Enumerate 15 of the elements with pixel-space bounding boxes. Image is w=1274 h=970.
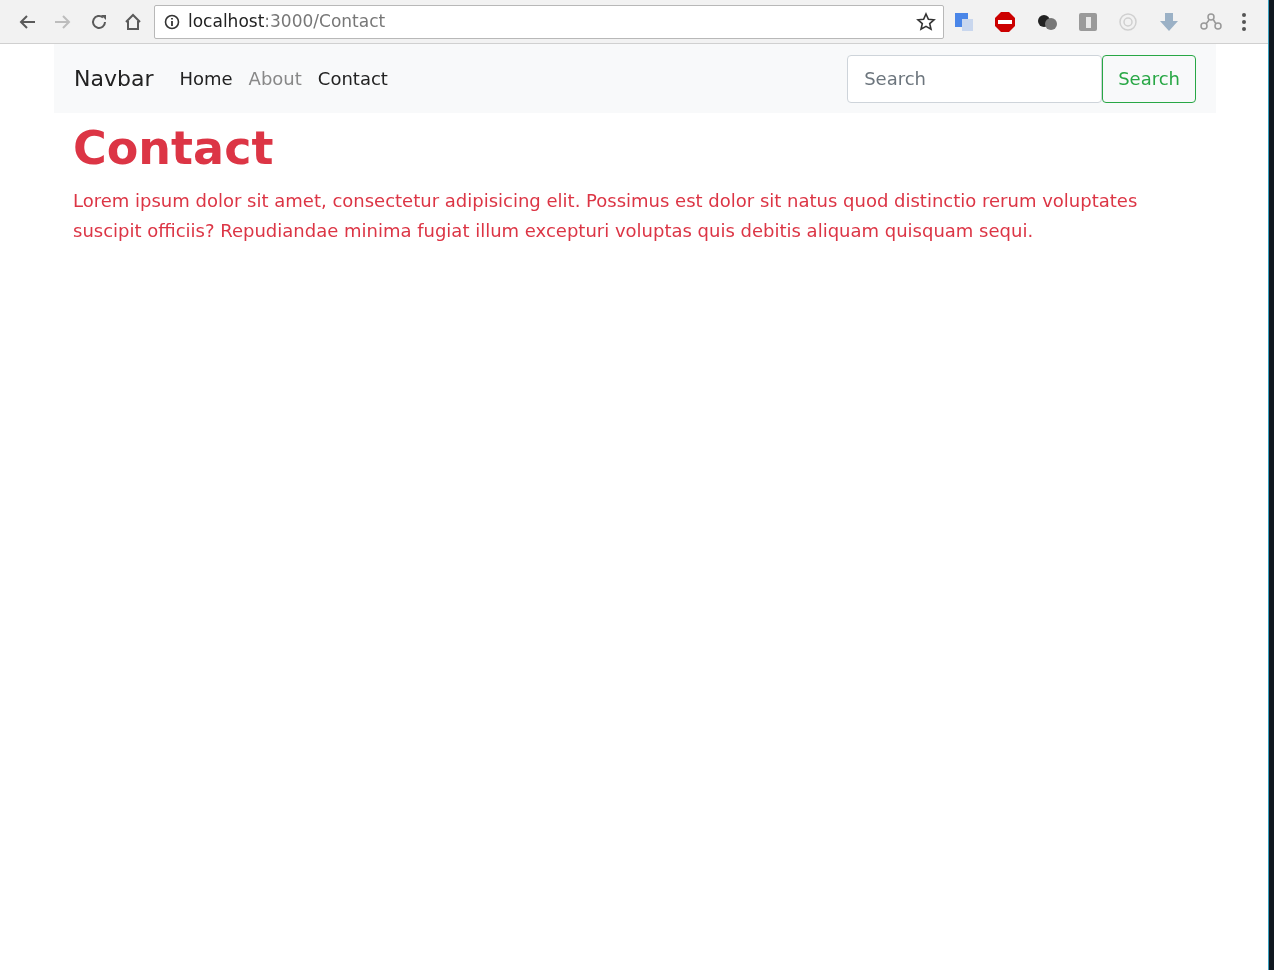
navbar-brand[interactable]: Navbar xyxy=(74,62,154,95)
url-text: localhost:3000/Contact xyxy=(188,9,386,33)
info-icon[interactable] xyxy=(164,13,180,30)
menu-icon[interactable] xyxy=(1242,12,1246,31)
back-icon[interactable] xyxy=(18,13,36,30)
star-icon[interactable] xyxy=(916,11,936,32)
body-paragraph: Lorem ipsum dolor sit amet, consectetur adipisicing elit. Possimus est dolor sit natus quod distinctio rerum voluptates suscipit officiis? Repudiandae minima fugiat illum excepturi voluptas quis debitis aliquam quisquam sequi. xyxy=(73,189,1139,243)
search-field[interactable]: Search xyxy=(847,54,1103,103)
page-heading: Contact xyxy=(73,120,275,177)
share-nodes-icon[interactable] xyxy=(1200,12,1222,31)
address-bar[interactable]: localhost:3000/Contact xyxy=(154,4,944,39)
nav-link[interactable]: Contact xyxy=(317,65,388,92)
home-icon[interactable] xyxy=(124,12,142,31)
reload-icon[interactable] xyxy=(90,12,108,31)
nav-link[interactable]: Home xyxy=(179,65,233,92)
